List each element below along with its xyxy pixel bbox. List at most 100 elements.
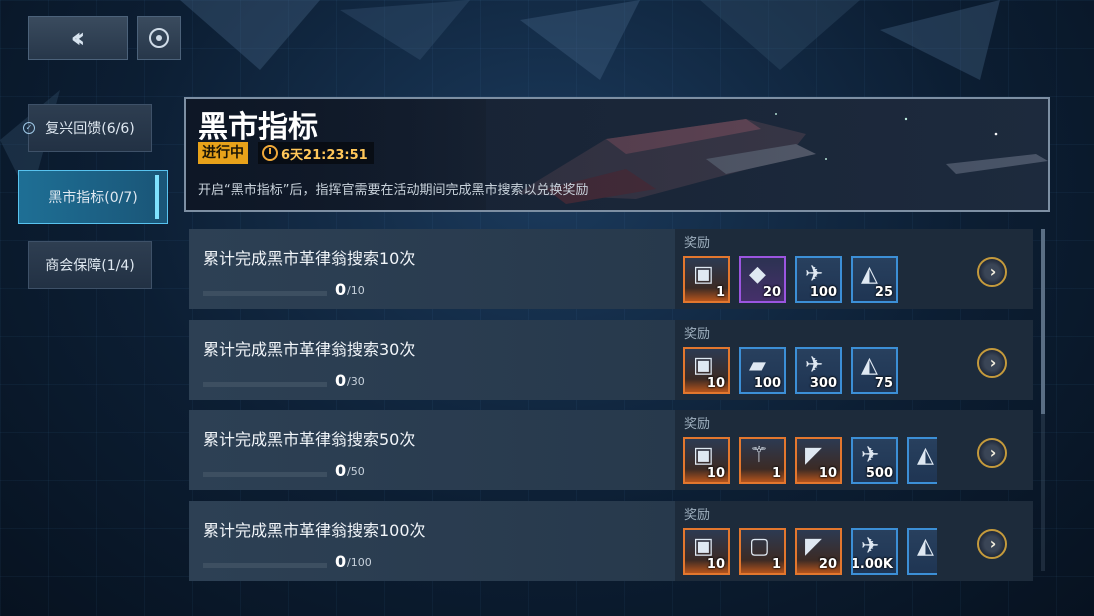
chevron-right-icon: › xyxy=(989,534,997,553)
task-info: 累计完成黑市革律翁搜索30次 0 /30 xyxy=(189,320,675,400)
go-button[interactable]: › xyxy=(977,529,1007,559)
reward-item[interactable]: ▣ 10 xyxy=(683,437,730,484)
event-banner: 黑市指标 进行中 6天21:23:51 开启“黑市指标”后，指挥官需要在活动期间… xyxy=(184,97,1050,212)
reward-panel: 奖励 ▣ 1 ◆ 20 ✈ 100 ◭ 25 › xyxy=(675,229,1033,309)
turret-icon: ⚚ xyxy=(749,443,769,468)
reward-quantity: 10 xyxy=(706,466,725,481)
reward-panel: 奖励 ▣ 10 ▰ 100 ✈ 300 ◭ 75 › xyxy=(675,320,1033,400)
progress-total: /10 xyxy=(347,284,365,297)
reward-panel: 奖励 ▣ 10 ▢ 1 ◤ 20 ✈ 1.00K ◭ 2 › xyxy=(675,501,1033,581)
reward-item[interactable]: ⚚ 1 xyxy=(739,437,786,484)
progress-current: 0 xyxy=(335,371,347,390)
reward-label: 奖励 xyxy=(684,508,711,523)
reward-quantity: 10 xyxy=(818,466,837,481)
go-button[interactable]: › xyxy=(977,257,1007,287)
reward-quantity: 300 xyxy=(809,376,837,391)
task-row: 累计完成黑市革律翁搜索30次 0 /30 奖励 ▣ 10 ▰ 100 ✈ 300… xyxy=(189,320,1033,400)
reward-panel: 奖励 ▣ 10 ⚚ 1 ◤ 10 ✈ 500 ◭ 1 › xyxy=(675,410,1033,490)
progress-current: 0 xyxy=(335,280,347,299)
reward-items: ▣ 10 ⚚ 1 ◤ 10 ✈ 500 ◭ 1 xyxy=(683,437,937,487)
task-row: 累计完成黑市革律翁搜索50次 0 /50 奖励 ▣ 10 ⚚ 1 ◤ 10 ✈ … xyxy=(189,410,1033,490)
countdown-timer: 6天21:23:51 xyxy=(258,142,374,164)
tab-revival-feedback[interactable]: ✓ 复兴回馈(6/6) xyxy=(23,104,152,152)
task-row: 累计完成黑市革律翁搜索10次 0 /10 奖励 ▣ 1 ◆ 20 ✈ 100 ◭… xyxy=(189,229,1033,309)
countdown-text: 6天21:23:51 xyxy=(281,147,368,163)
reward-quantity: 20 xyxy=(818,557,837,572)
go-button[interactable]: › xyxy=(977,438,1007,468)
progress-bar xyxy=(203,472,327,477)
progress-bar xyxy=(203,563,327,568)
event-description: 开启“黑市指标”后，指挥官需要在活动期间完成黑市搜索以兑换奖励 xyxy=(198,183,589,198)
reward-quantity: 1 xyxy=(771,466,781,481)
task-row: 累计完成黑市革律翁搜索100次 0 /100 奖励 ▣ 10 ▢ 1 ◤ 20 … xyxy=(189,501,1033,581)
reward-item[interactable]: ◤ 20 xyxy=(795,528,842,575)
settings-button[interactable] xyxy=(137,16,181,60)
reward-quantity: 100 xyxy=(809,285,837,300)
reward-item[interactable]: ▣ 10 xyxy=(683,347,730,394)
tab-black-market-index[interactable]: 黑市指标(0/7) xyxy=(18,170,168,224)
armor-box-icon: ▢ xyxy=(749,534,770,559)
scrollbar-thumb[interactable] xyxy=(1041,229,1045,414)
progress-current: 0 xyxy=(335,461,347,480)
reward-quantity: 10 xyxy=(706,376,725,391)
reward-item[interactable]: ▢ 1 xyxy=(739,528,786,575)
check-icon: ✓ xyxy=(23,122,35,134)
stopwatch-icon xyxy=(262,145,278,161)
blueprint-card-icon: ▣ xyxy=(693,262,714,287)
task-title: 累计完成黑市革律翁搜索10次 xyxy=(203,249,416,268)
reward-items: ▣ 1 ◆ 20 ✈ 100 ◭ 25 xyxy=(683,256,937,306)
task-title: 累计完成黑市革律翁搜索100次 xyxy=(203,521,426,540)
reward-quantity: 100 xyxy=(753,376,781,391)
chevron-right-icon: › xyxy=(989,262,997,281)
reward-item[interactable]: ◭ 75 xyxy=(851,347,898,394)
reward-quantity: 25 xyxy=(874,285,893,300)
reward-item[interactable]: ◭ 1 xyxy=(907,437,937,484)
target-ring-icon xyxy=(149,28,169,48)
progress-bar xyxy=(203,291,327,296)
tab-chamber-guarantee[interactable]: 商会保障(1/4) xyxy=(28,241,152,289)
metal-ingot-icon: ◭ xyxy=(917,534,934,559)
task-info: 累计完成黑市革律翁搜索100次 0 /100 xyxy=(189,501,675,581)
reward-item[interactable]: ◭ 2 xyxy=(907,528,937,575)
go-button[interactable]: › xyxy=(977,348,1007,378)
reward-items: ▣ 10 ▰ 100 ✈ 300 ◭ 75 xyxy=(683,347,937,397)
metal-ingot-icon: ◭ xyxy=(917,443,934,468)
progress-total: /30 xyxy=(347,375,365,388)
reward-item[interactable]: ▣ 1 xyxy=(683,256,730,303)
progress-total: /100 xyxy=(347,556,372,569)
reward-label: 奖励 xyxy=(684,327,711,342)
reward-label: 奖励 xyxy=(684,236,711,251)
chevron-right-icon: › xyxy=(989,353,997,372)
reward-label: 奖励 xyxy=(684,417,711,432)
progress-total: /50 xyxy=(347,465,365,478)
back-button[interactable]: ‹‹ xyxy=(28,16,128,60)
reward-item[interactable]: ✈ 300 xyxy=(795,347,842,394)
reward-quantity: 500 xyxy=(865,466,893,481)
reward-quantity: 20 xyxy=(762,285,781,300)
reward-items: ▣ 10 ▢ 1 ◤ 20 ✈ 1.00K ◭ 2 xyxy=(683,528,937,578)
reward-item[interactable]: ▣ 10 xyxy=(683,528,730,575)
reward-quantity: 1 xyxy=(715,285,725,300)
reward-quantity: 1 xyxy=(771,557,781,572)
reward-quantity: 10 xyxy=(706,557,725,572)
tab-label: 复兴回馈(6/6) xyxy=(45,121,135,137)
reward-quantity: 1.00K xyxy=(851,557,893,572)
status-badge: 进行中 xyxy=(198,142,248,164)
chevron-right-icon: › xyxy=(989,443,997,462)
progress-bar xyxy=(203,382,327,387)
task-info: 累计完成黑市革律翁搜索10次 0 /10 xyxy=(189,229,675,309)
reward-item[interactable]: ◤ 10 xyxy=(795,437,842,484)
reward-item[interactable]: ◆ 20 xyxy=(739,256,786,303)
reward-item[interactable]: ◭ 25 xyxy=(851,256,898,303)
task-info: 累计完成黑市革律翁搜索50次 0 /50 xyxy=(189,410,675,490)
event-title: 黑市指标 xyxy=(198,110,318,145)
task-title: 累计完成黑市革律翁搜索50次 xyxy=(203,430,416,449)
task-title: 累计完成黑市革律翁搜索30次 xyxy=(203,340,416,359)
reward-item[interactable]: ✈ 1.00K xyxy=(851,528,898,575)
reward-item[interactable]: ▰ 100 xyxy=(739,347,786,394)
reward-item[interactable]: ✈ 100 xyxy=(795,256,842,303)
progress-current: 0 xyxy=(335,552,347,571)
tab-label: 商会保障(1/4) xyxy=(45,258,135,274)
reward-item[interactable]: ✈ 500 xyxy=(851,437,898,484)
tab-label: 黑市指标(0/7) xyxy=(48,190,138,206)
